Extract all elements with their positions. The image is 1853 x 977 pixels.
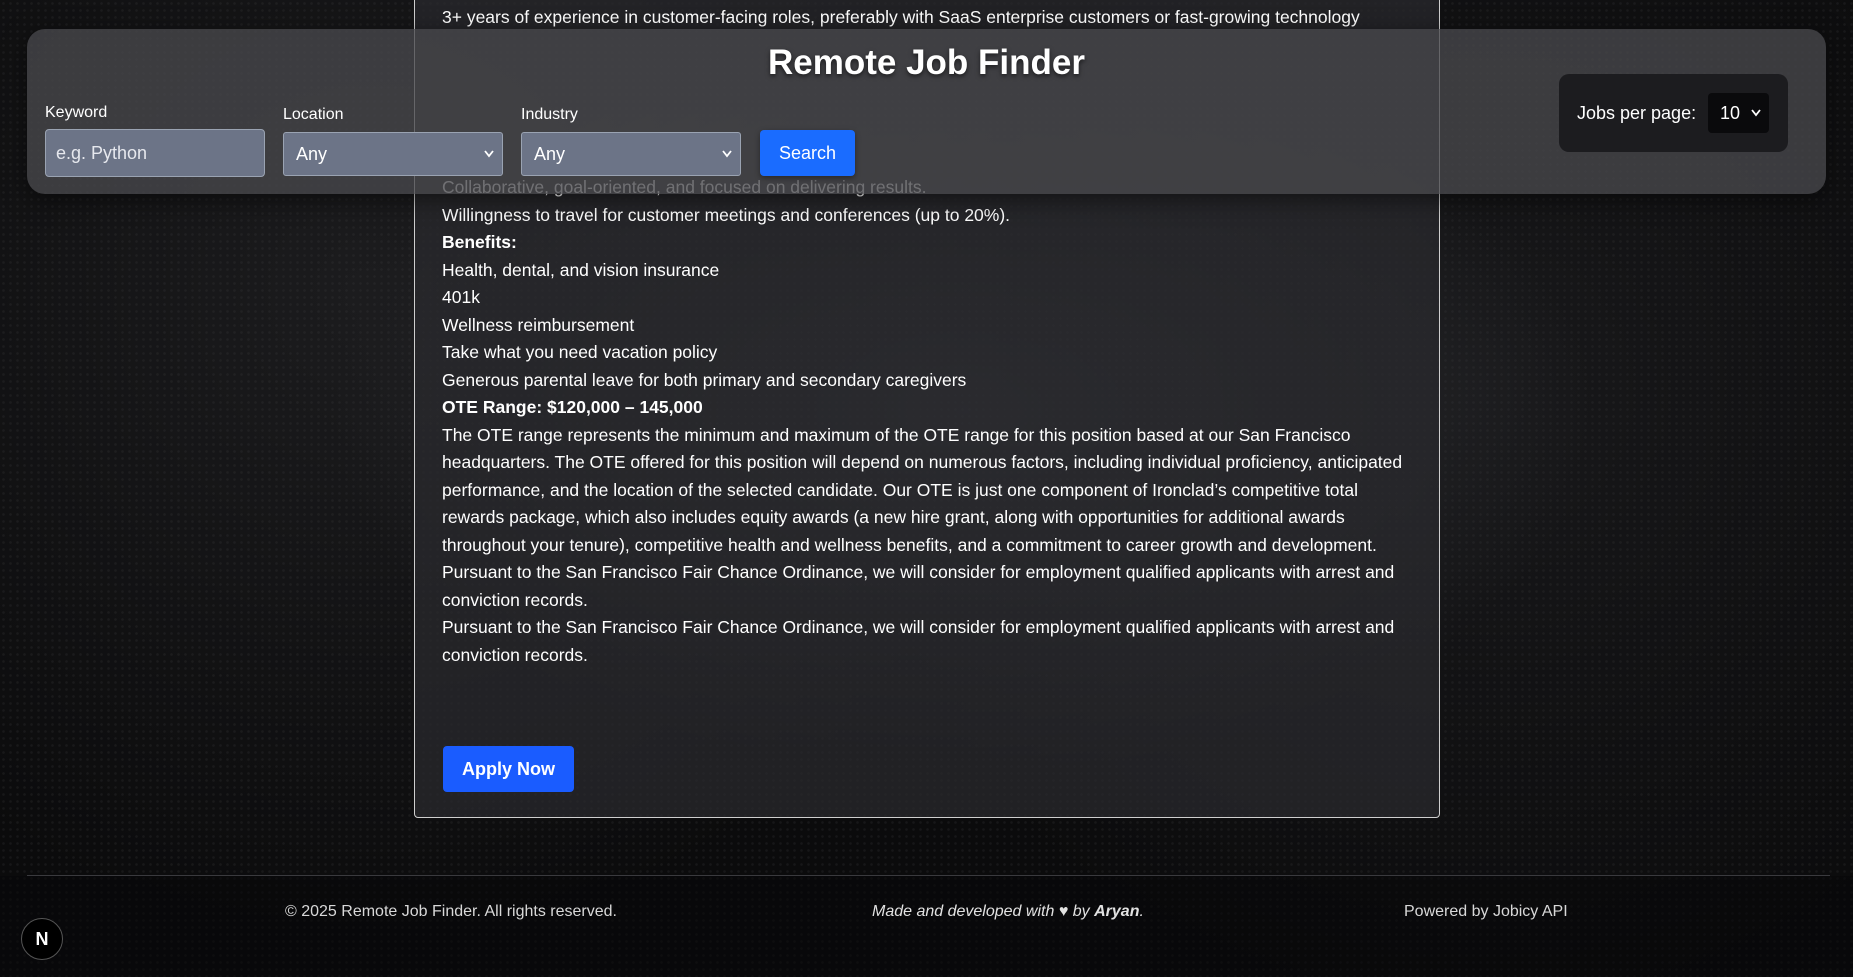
benefit-item: Take what you need vacation policy bbox=[442, 342, 718, 362]
footer-author: Aryan bbox=[1094, 903, 1140, 920]
industry-select-value: Any bbox=[534, 144, 566, 164]
footer-powered-by: Powered by Jobicy API bbox=[1404, 903, 1568, 920]
keyword-input[interactable] bbox=[45, 129, 265, 177]
requirement-line: 3+ years of experience in customer-facin… bbox=[442, 7, 1360, 27]
job-description: Collaborative, goal-oriented, and focuse… bbox=[442, 174, 1409, 669]
search-button[interactable]: Search bbox=[760, 130, 855, 176]
benefits-heading: Benefits: bbox=[442, 232, 517, 252]
fair-chance-paragraph: Pursuant to the San Francisco Fair Chanc… bbox=[442, 617, 1395, 665]
search-header: Remote Job Finder Keyword Location Any I… bbox=[27, 29, 1826, 194]
chevron-down-icon bbox=[1751, 93, 1761, 149]
ote-heading: OTE Range: $120,000 – 145,000 bbox=[442, 397, 703, 417]
benefit-item: Wellness reimbursement bbox=[442, 314, 635, 335]
chevron-down-icon bbox=[722, 133, 732, 191]
jobs-per-page-control: Jobs per page: 10 bbox=[1559, 74, 1788, 152]
footer-credit-by: by bbox=[1072, 903, 1090, 920]
location-select[interactable]: Any bbox=[283, 132, 503, 176]
ote-paragraph: The OTE range represents the minimum and… bbox=[442, 424, 1403, 555]
industry-label: Industry bbox=[521, 106, 578, 123]
industry-select[interactable]: Any bbox=[521, 132, 741, 176]
chevron-down-icon bbox=[484, 133, 494, 191]
heart-icon: ♥ bbox=[1058, 903, 1069, 920]
footer-credit: Made and developed with ♥ by Aryan. bbox=[872, 903, 1144, 921]
apply-now-button[interactable]: Apply Now bbox=[443, 746, 574, 792]
requirement-line: Willingness to travel for customer meeti… bbox=[442, 204, 1011, 225]
footer-credit-prefix: Made and developed with bbox=[872, 903, 1055, 920]
benefit-item: 401k bbox=[442, 287, 480, 307]
fair-chance-paragraph: Pursuant to the San Francisco Fair Chanc… bbox=[442, 562, 1395, 610]
framework-badge-icon[interactable]: N bbox=[21, 918, 63, 960]
benefit-item: Generous parental leave for both primary… bbox=[442, 369, 967, 390]
jobs-per-page-select[interactable]: 10 bbox=[1708, 93, 1769, 133]
footer-copyright: © 2025 Remote Job Finder. All rights res… bbox=[285, 903, 617, 920]
page-title: Remote Job Finder bbox=[768, 43, 1085, 82]
benefit-item: Health, dental, and vision insurance bbox=[442, 259, 720, 280]
location-label: Location bbox=[283, 106, 344, 123]
footer bbox=[0, 876, 1853, 977]
footer-credit-suffix: . bbox=[1139, 903, 1144, 920]
footer-divider bbox=[27, 875, 1830, 876]
keyword-label: Keyword bbox=[45, 104, 108, 121]
jobs-per-page-value: 10 bbox=[1720, 103, 1741, 123]
location-select-value: Any bbox=[296, 144, 328, 164]
jobs-per-page-label: Jobs per page: bbox=[1577, 103, 1697, 123]
